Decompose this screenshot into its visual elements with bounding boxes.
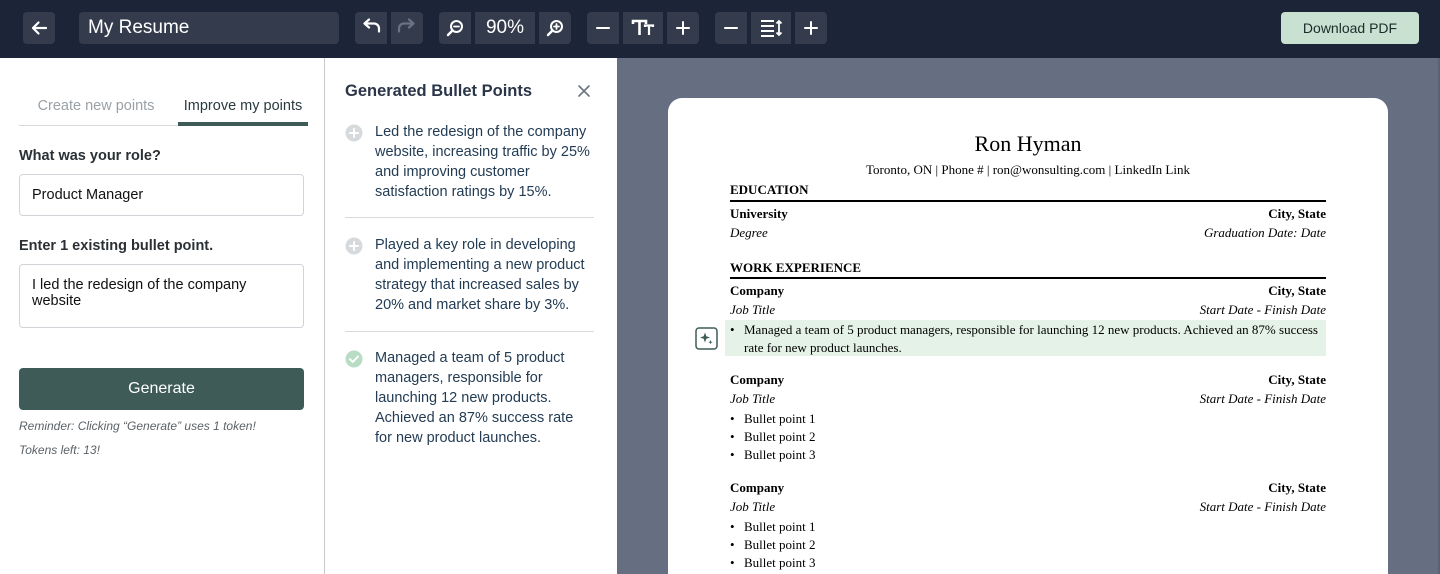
resume-bullet[interactable]: Bullet point 2 xyxy=(730,536,1326,554)
company-row[interactable]: Company City, State xyxy=(730,283,1326,301)
resume-bullet[interactable]: Bullet point 1 xyxy=(730,518,1326,536)
document-title-input[interactable] xyxy=(79,12,339,44)
ai-improve-button[interactable] xyxy=(695,327,718,350)
company: Company xyxy=(730,372,785,387)
active-tab-indicator xyxy=(178,122,308,126)
minus-icon xyxy=(596,27,610,29)
back-button[interactable] xyxy=(23,12,55,44)
section-rule xyxy=(730,277,1326,279)
decrease-line-spacing-button[interactable] xyxy=(715,12,747,44)
job-title: Job Title xyxy=(730,302,776,317)
work-experience-heading: WORK EXPERIENCE xyxy=(730,260,862,275)
check-circle-icon[interactable] xyxy=(345,350,363,368)
degree-row[interactable]: Degree Graduation Date: Date xyxy=(730,225,1326,243)
job-title-row[interactable]: Job Title Start Date - Finish Date xyxy=(730,391,1326,409)
company-row[interactable]: Company City, State xyxy=(730,372,1326,390)
section-rule xyxy=(730,200,1326,202)
existing-bullet-input[interactable]: I led the redesign of the company websit… xyxy=(19,264,304,328)
job-title: Job Title xyxy=(730,391,776,406)
zoom-in-icon xyxy=(546,20,563,37)
education-heading: EDUCATION xyxy=(730,182,809,197)
divider xyxy=(345,331,594,332)
job-title-row[interactable]: Job Title Start Date - Finish Date xyxy=(730,499,1326,517)
plus-icon xyxy=(804,21,818,35)
suggestion-text: Managed a team of 5 product managers, re… xyxy=(375,350,574,446)
company: Company xyxy=(730,480,785,495)
top-toolbar: 90% Download PDF xyxy=(0,0,1440,58)
plus-icon xyxy=(676,21,690,35)
tab-create-new-points[interactable]: Create new points xyxy=(19,98,173,126)
role-label: What was your role? xyxy=(19,148,161,164)
plus-circle-icon[interactable] xyxy=(345,237,363,255)
university: University xyxy=(730,206,788,221)
mode-tabs: Create new points Improve my points xyxy=(19,98,308,126)
zoom-in-button[interactable] xyxy=(539,12,571,44)
arrow-left-icon xyxy=(31,21,48,35)
resume-page: Ron Hyman Toronto, ON | Phone # | ron@wo… xyxy=(668,98,1388,574)
redo-icon xyxy=(397,18,415,33)
education-row[interactable]: University City, State xyxy=(730,206,1326,224)
zoom-out-button[interactable] xyxy=(439,12,471,44)
job-dates: Start Date - Finish Date xyxy=(1199,499,1326,514)
job-title: Job Title xyxy=(730,499,776,514)
close-icon xyxy=(578,85,590,97)
redo-button[interactable] xyxy=(391,12,423,44)
panel-title: Generated Bullet Points xyxy=(345,82,533,100)
job-title-row[interactable]: Job Title Start Date - Finish Date xyxy=(730,302,1326,320)
increase-line-spacing-button[interactable] xyxy=(795,12,827,44)
decrease-font-size-button[interactable] xyxy=(587,12,619,44)
degree: Degree xyxy=(730,225,768,240)
resume-name[interactable]: Ron Hyman xyxy=(668,131,1388,157)
increase-font-size-button[interactable] xyxy=(667,12,699,44)
plus-circle-icon[interactable] xyxy=(345,124,363,142)
resume-bullet[interactable]: Bullet point 3 xyxy=(730,446,1326,464)
role-input[interactable] xyxy=(19,174,304,216)
text-size-icon xyxy=(631,19,655,35)
education-location: City, State xyxy=(1268,206,1326,221)
line-spacing-control xyxy=(751,12,791,44)
job-location: City, State xyxy=(1268,480,1326,495)
job-location: City, State xyxy=(1268,372,1326,387)
token-reminder: Reminder: Clicking “Generate” uses 1 tok… xyxy=(19,419,256,433)
sparkle-icon xyxy=(695,327,718,350)
minus-icon xyxy=(724,27,738,29)
line-spacing-icon xyxy=(761,19,783,37)
resume-bullet[interactable]: Bullet point 2 xyxy=(730,428,1326,446)
suggestion-text: Led the redesign of the company website,… xyxy=(375,124,590,200)
zoom-out-icon xyxy=(446,20,463,37)
download-pdf-button[interactable]: Download PDF xyxy=(1281,12,1419,44)
job-location: City, State xyxy=(1268,283,1326,298)
divider xyxy=(345,217,594,218)
resume-bullet[interactable]: Managed a team of 5 product managers, re… xyxy=(730,321,1326,357)
undo-icon xyxy=(363,18,381,33)
resume-contact[interactable]: Toronto, ON | Phone # | ron@wonsulting.c… xyxy=(668,162,1388,178)
graduation-date: Graduation Date: Date xyxy=(1203,225,1326,240)
job-dates: Start Date - Finish Date xyxy=(1199,302,1326,317)
font-size-control xyxy=(623,12,663,44)
resume-bullet[interactable]: Bullet point 1 xyxy=(730,410,1326,428)
company: Company xyxy=(730,283,785,298)
generated-bullets-panel: Generated Bullet Points Led the redesign… xyxy=(325,58,617,574)
suggestion-text: Played a key role in developing and impl… xyxy=(375,237,585,313)
generate-button[interactable]: Generate xyxy=(19,368,304,410)
close-panel-button[interactable] xyxy=(575,82,593,100)
zoom-level: 90% xyxy=(475,12,535,44)
bullet-generator-panel: Create new points Improve my points What… xyxy=(0,58,325,574)
undo-button[interactable] xyxy=(355,12,387,44)
tokens-left: Tokens left: 13! xyxy=(19,443,100,457)
resume-bullet[interactable]: Bullet point 3 xyxy=(730,554,1326,572)
job-dates: Start Date - Finish Date xyxy=(1199,391,1326,406)
company-row[interactable]: Company City, State xyxy=(730,480,1326,498)
bullet-label: Enter 1 existing bullet point. xyxy=(19,238,214,254)
